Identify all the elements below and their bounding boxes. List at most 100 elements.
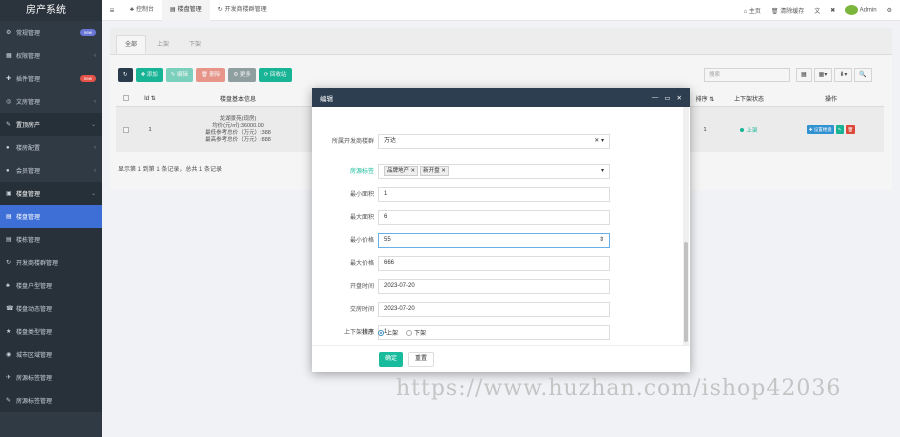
sidebar-item-8[interactable]: ▤ 楼盘管理 xyxy=(0,205,102,228)
reset-button[interactable]: 重置 xyxy=(408,352,435,367)
sidebar-item-2[interactable]: ✚ 插件管理 new xyxy=(0,67,102,90)
tab-icon: ♣ xyxy=(130,6,134,13)
tab-label: 控制台 xyxy=(135,6,154,13)
edit-dialog: 编辑 — ▭ ✕ 所属开发商楼群 万达 ✕ ▾ 房源标签 品牌地产 ✕ 新开盘 ✕ ▾ 最小面积 1… xyxy=(312,88,690,372)
app-title: 房产系统 xyxy=(0,0,102,21)
language-icon[interactable]: 文 xyxy=(814,6,820,15)
field-value: 万达 xyxy=(384,138,397,144)
form-row-1: 房源标签 品牌地产 ✕ 新开盘 ✕ ▾ xyxy=(312,164,682,179)
status-radio-1[interactable]: 下架 xyxy=(406,328,426,337)
maximize-icon[interactable]: ▭ xyxy=(664,94,670,102)
field-input-6[interactable]: 2023-07-20 xyxy=(378,279,610,294)
sidebar-item-label: 楼盘动态管理 xyxy=(16,307,53,313)
menu-icon: ✚ xyxy=(6,76,12,82)
form-row-0: 所属开发商楼群 万达 ✕ ▾ xyxy=(312,134,682,149)
close-icon[interactable]: ✕ xyxy=(677,94,682,102)
fullscreen-icon[interactable]: ✖ xyxy=(830,7,835,14)
sidebar-item-label: 权限管理 xyxy=(16,54,41,60)
field-label: 房源标签 xyxy=(349,168,374,175)
hamburger-icon[interactable]: ≡ xyxy=(102,6,122,15)
field-input-7[interactable]: 2023-07-20 xyxy=(378,302,610,317)
tag-item[interactable]: 品牌地产 ✕ xyxy=(384,166,419,176)
sidebar-item-14[interactable]: ◉ 城市区域管理 xyxy=(0,343,102,366)
top-tab-2[interactable]: ↻ 开发商楼群管理 xyxy=(210,0,275,21)
status-row: 上下架状态 上架 下架 xyxy=(312,328,682,337)
field-label: 最大价格 xyxy=(349,260,374,267)
sidebar-item-12[interactable]: ☎ 楼盘动态管理 xyxy=(0,297,102,320)
settings-icon[interactable]: ⚙ xyxy=(887,7,892,14)
field-input-5[interactable]: 666 xyxy=(378,256,610,271)
field-suffix-icon[interactable]: ✕ ▾ xyxy=(594,135,604,148)
home-link[interactable]: ⌂ 主页 xyxy=(744,6,761,15)
form-row-4: 最小价格 55 ⇕ xyxy=(312,233,682,248)
sidebar-item-7[interactable]: ▣ 楼盘管理 ⌄ xyxy=(0,182,102,205)
sidebar-item-label: 房源标签管理 xyxy=(16,376,53,382)
menu-icon: ▣ xyxy=(6,191,12,197)
menu-icon: ▦ xyxy=(6,53,12,59)
menu-icon: ✎ xyxy=(6,398,12,404)
field-input-4[interactable]: 55 ⇕ xyxy=(378,233,610,248)
sidebar-item-label: 楼盘类型管理 xyxy=(16,330,53,336)
sidebar-item-10[interactable]: ↻ 开发商楼群管理 xyxy=(0,251,102,274)
user-menu[interactable]: Admin xyxy=(845,5,877,15)
field-value: 1 xyxy=(384,191,388,197)
new-badge: new xyxy=(79,75,96,82)
field-value: 2023-07-20 xyxy=(384,306,415,312)
dialog-footer: 确定 重置 xyxy=(312,345,690,372)
field-input-0[interactable]: 万达 ✕ ▾ xyxy=(378,134,610,149)
chevron-icon: ⌄ xyxy=(90,122,96,128)
top-tabs: ♣ 控制台 ▤ 楼盘管理 ↻ 开发商楼群管理 xyxy=(122,0,275,21)
chevron-icon: ‹ xyxy=(94,98,96,105)
sidebar-item-label: 常规管理 xyxy=(16,31,41,37)
sidebar-item-0[interactable]: ⚙ 常规管理 new xyxy=(0,21,102,44)
dialog-scrollbar[interactable] xyxy=(683,107,689,345)
minimize-icon[interactable]: — xyxy=(652,94,659,102)
sidebar-item-9[interactable]: ▤ 楼栋管理 xyxy=(0,228,102,251)
tab-icon: ↻ xyxy=(217,6,223,13)
tag-remove-icon[interactable]: ✕ xyxy=(440,168,446,174)
form-row-2: 最小面积 1 xyxy=(312,187,682,202)
field-input-2[interactable]: 1 xyxy=(378,187,610,202)
menu-icon: ▤ xyxy=(6,214,12,220)
new-badge: new xyxy=(79,29,96,36)
field-value: 666 xyxy=(384,260,395,266)
sidebar-item-3[interactable]: ◎ 文房管理 ‹ xyxy=(0,90,102,113)
sidebar: 房产系统 ⚙ 常规管理 new ▦ 权限管理 ‹ ✚ 插件管理 new ◎ 文房管理 ‹ ✎ 置顶房产 ⌄ ●… xyxy=(0,0,102,437)
ok-button[interactable]: 确定 xyxy=(379,352,404,367)
field-input-3[interactable]: 6 xyxy=(378,210,610,225)
tag-remove-icon[interactable]: ✕ xyxy=(409,168,416,174)
field-value: 6 xyxy=(384,214,388,220)
tab-icon: ▤ xyxy=(169,6,176,13)
top-tab-0[interactable]: ♣ 控制台 xyxy=(122,0,162,21)
sidebar-item-label: 楼栋管理 xyxy=(16,238,41,244)
field-value: 55 xyxy=(384,237,391,243)
field-label: 最大面积 xyxy=(349,214,374,221)
tag-item[interactable]: 新开盘 ✕ xyxy=(420,166,449,176)
field-label: 所属开发商楼群 xyxy=(331,138,374,145)
field-suffix-icon[interactable]: ⇕ xyxy=(599,234,604,247)
status-radio-0[interactable]: 上架 xyxy=(378,328,398,337)
clear-cache-link[interactable]: 🗑 清除缓存 xyxy=(771,6,804,15)
menu-icon: ● xyxy=(6,167,10,174)
sidebar-item-1[interactable]: ▦ 权限管理 ‹ xyxy=(0,44,102,67)
sidebar-item-11[interactable]: ♣ 楼盘户型管理 xyxy=(0,274,102,297)
sidebar-item-4[interactable]: ✎ 置顶房产 ⌄ xyxy=(0,113,102,136)
sidebar-item-15[interactable]: ✈ 房源标签管理 xyxy=(0,366,102,389)
field-suffix-icon[interactable]: ▾ xyxy=(601,165,604,178)
field-input-1[interactable]: 品牌地产 ✕ 新开盘 ✕ ▾ xyxy=(378,164,610,179)
sidebar-item-label: 文房管理 xyxy=(16,100,41,106)
sidebar-item-label: 楼房配置 xyxy=(16,146,41,152)
sidebar-menu: ⚙ 常规管理 new ▦ 权限管理 ‹ ✚ 插件管理 new ◎ 文房管理 ‹ ✎ 置顶房产 ⌄ ● 楼房配置 ‹… xyxy=(0,21,102,412)
menu-icon: ☎ xyxy=(6,306,14,312)
sidebar-item-label: 楼盘户型管理 xyxy=(16,284,53,290)
menu-icon: ● xyxy=(6,144,10,151)
scroll-thumb[interactable] xyxy=(684,242,688,342)
sidebar-item-16[interactable]: ✎ 房源标签管理 xyxy=(0,389,102,412)
top-tab-1[interactable]: ▤ 楼盘管理 xyxy=(161,0,210,21)
sidebar-item-6[interactable]: ● 会员管理 ‹ xyxy=(0,159,102,182)
sidebar-item-label: 会员管理 xyxy=(16,169,41,175)
sidebar-item-5[interactable]: ● 楼房配置 ‹ xyxy=(0,136,102,159)
sidebar-item-13[interactable]: ★ 楼盘类型管理 xyxy=(0,320,102,343)
form-row-7: 交房时间 2023-07-20 xyxy=(312,302,682,317)
status-row-holder: 上下架状态 上架 下架 xyxy=(312,328,682,342)
